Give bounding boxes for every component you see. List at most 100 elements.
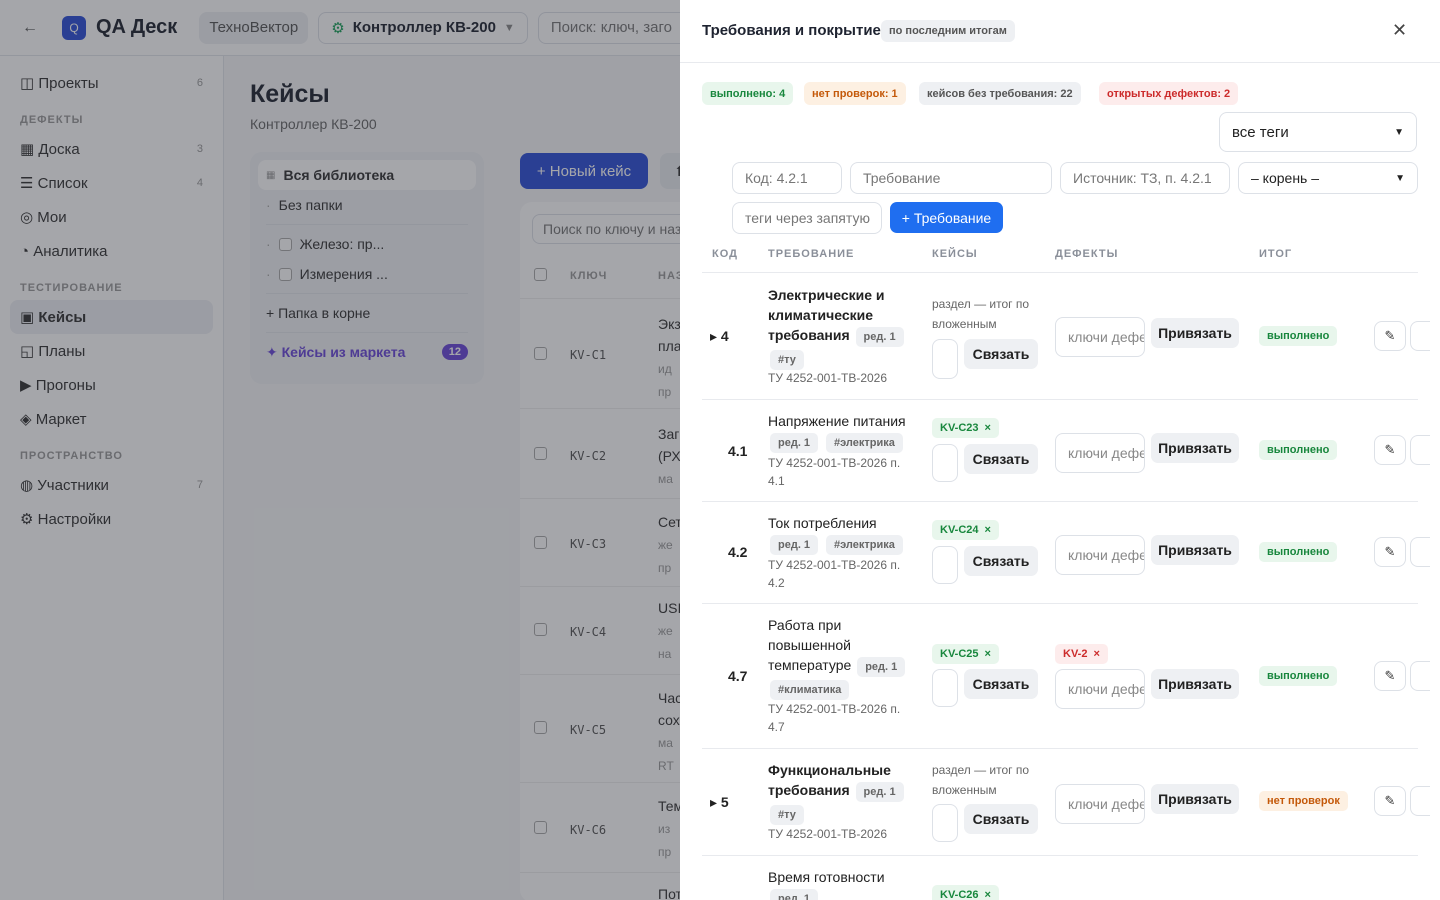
remove-icon[interactable]: × bbox=[985, 422, 991, 434]
status-badge: выполнено bbox=[1259, 542, 1338, 562]
modal-backdrop[interactable] bbox=[0, 0, 680, 900]
requirement-source: ТУ 4252-001-ТВ-2026 п. 4.1 bbox=[768, 456, 901, 488]
requirement-row: ▸ 5 Функциональные требования ред. 1 #ту… bbox=[702, 748, 1430, 855]
requirement-title-text: Работа при повышенной температуре bbox=[768, 617, 852, 673]
defect-key: KV-2 bbox=[1063, 648, 1088, 660]
tag-filter-select[interactable]: все теги ▼ bbox=[1219, 112, 1417, 152]
close-icon[interactable]: ✕ bbox=[1392, 20, 1407, 41]
case-picker[interactable] bbox=[932, 669, 958, 707]
link-case-button[interactable]: Связать bbox=[964, 444, 1038, 474]
revision-tag: ред. 1 bbox=[770, 889, 819, 900]
column-header-requirement: ТРЕБОВАНИЕ bbox=[768, 248, 855, 260]
bind-defect-button[interactable]: Привязать bbox=[1151, 784, 1239, 814]
linked-defect-chip: KV-2 × bbox=[1055, 644, 1108, 664]
summary-defects-chip: открытых дефектов: 2 bbox=[1099, 82, 1239, 105]
drawer-header: Требования и покрытие по последним итога… bbox=[680, 0, 1440, 63]
revision-tag: ред. 1 bbox=[770, 535, 819, 555]
requirement-code[interactable]: ▸ 5 bbox=[710, 794, 729, 811]
requirement-title: Функциональные требования ред. 1 #ту bbox=[768, 760, 914, 826]
case-picker[interactable] bbox=[932, 339, 958, 379]
requirement-source: ТУ 4252-001-ТВ-2026 bbox=[768, 827, 888, 841]
requirement-row: ▸ 4 Электрические и климатические требов… bbox=[702, 272, 1430, 399]
requirement-title: Напряжение питания ред. 1 #электрика bbox=[768, 411, 914, 454]
defect-keys-input[interactable]: ключи дефектов bbox=[1055, 784, 1145, 824]
more-button[interactable] bbox=[1410, 435, 1430, 465]
link-case-button[interactable]: Связать bbox=[964, 339, 1038, 369]
requirement-title: Ток потребления ред. 1 #электрика bbox=[768, 513, 914, 556]
linked-case-chip: KV-C26 × bbox=[932, 885, 999, 900]
case-picker[interactable] bbox=[932, 546, 958, 584]
drawer-title-tag: по последним итогам bbox=[881, 20, 1015, 42]
code-field[interactable]: Код: 4.2.1 bbox=[732, 162, 842, 194]
status-badge: нет проверок bbox=[1259, 791, 1348, 811]
parent-select[interactable]: – корень – ▼ bbox=[1238, 162, 1418, 194]
edit-icon[interactable]: ✎ bbox=[1374, 537, 1406, 567]
case-key: KV-C26 bbox=[940, 889, 979, 900]
case-picker[interactable] bbox=[932, 444, 958, 482]
requirements-drawer: Требования и покрытие по последним итога… bbox=[680, 0, 1440, 900]
add-requirement-button[interactable]: + Требование bbox=[890, 202, 1003, 233]
defect-keys-input[interactable]: ключи дефектов bbox=[1055, 317, 1145, 357]
requirement-field[interactable]: Требование bbox=[850, 162, 1052, 194]
linked-case-chip: KV-C24 × bbox=[932, 520, 999, 540]
source-field[interactable]: Источник: ТЗ, п. 4.2.1 bbox=[1060, 162, 1230, 194]
edit-icon[interactable]: ✎ bbox=[1374, 786, 1406, 816]
remove-icon[interactable]: × bbox=[985, 524, 991, 536]
bind-defect-button[interactable]: Привязать bbox=[1151, 669, 1239, 699]
case-picker[interactable] bbox=[932, 804, 958, 842]
column-header-cases: КЕЙСЫ bbox=[932, 248, 978, 260]
requirement-title-text: Напряжение питания bbox=[768, 413, 906, 429]
edit-icon[interactable]: ✎ bbox=[1374, 435, 1406, 465]
defect-keys-input[interactable]: ключи дефектов bbox=[1055, 433, 1145, 473]
revision-tag: ред. 1 bbox=[857, 657, 906, 677]
hashtag-tag: #электрика bbox=[825, 535, 903, 555]
linked-case-chip: KV-C25 × bbox=[932, 644, 999, 664]
link-case-button[interactable]: Связать bbox=[964, 669, 1038, 699]
chevron-down-icon: ▼ bbox=[1394, 126, 1404, 138]
more-button[interactable] bbox=[1410, 661, 1430, 691]
remove-icon[interactable]: × bbox=[985, 889, 991, 900]
revision-tag: ред. 1 bbox=[855, 327, 904, 347]
link-case-button[interactable]: Связать bbox=[964, 546, 1038, 576]
requirement-source: ТУ 4252-001-ТВ-2026 bbox=[768, 371, 888, 385]
remove-icon[interactable]: × bbox=[1093, 648, 1099, 660]
remove-icon[interactable]: × bbox=[985, 648, 991, 660]
edit-icon[interactable]: ✎ bbox=[1374, 321, 1406, 351]
drawer-title: Требования и покрытие bbox=[702, 22, 881, 39]
bind-defect-button[interactable]: Привязать bbox=[1151, 318, 1239, 348]
requirement-row: Время готовности ред. 1 KV-C26 × bbox=[702, 855, 1418, 900]
requirement-code[interactable]: 4.2 bbox=[728, 544, 747, 560]
requirement-code[interactable]: 4.1 bbox=[728, 443, 747, 459]
defect-keys-input[interactable]: ключи дефектов bbox=[1055, 669, 1145, 709]
hashtag-tag: #ту bbox=[770, 805, 804, 825]
more-button[interactable] bbox=[1410, 321, 1430, 351]
hashtag-tag: #ту bbox=[770, 350, 804, 370]
requirement-source: ТУ 4252-001-ТВ-2026 п. 4.2 bbox=[768, 558, 901, 590]
summary-nocase-chip: кейсов без требования: 22 bbox=[919, 82, 1081, 105]
requirement-row: 4.7 Работа при повышенной температуре ре… bbox=[702, 603, 1430, 748]
case-key: KV-C24 bbox=[940, 524, 979, 536]
requirement-title: Электрические и климатические требования… bbox=[768, 285, 914, 371]
requirement-row: 4.1 Напряжение питания ред. 1 #электрика … bbox=[702, 399, 1430, 501]
more-button[interactable] bbox=[1410, 786, 1430, 816]
linked-case-chip: KV-C23 × bbox=[932, 418, 999, 438]
requirement-title-text: Ток потребления bbox=[768, 515, 877, 531]
case-key: KV-C23 bbox=[940, 422, 979, 434]
defect-keys-input[interactable]: ключи дефектов bbox=[1055, 535, 1145, 575]
summary-nocheck-chip: нет проверок: 1 bbox=[804, 82, 906, 105]
edit-icon[interactable]: ✎ bbox=[1374, 661, 1406, 691]
bind-defect-button[interactable]: Привязать bbox=[1151, 433, 1239, 463]
status-badge: выполнено bbox=[1259, 326, 1338, 346]
status-badge: выполнено bbox=[1259, 666, 1338, 686]
section-note: раздел — итог по вложенным bbox=[932, 763, 1030, 797]
more-button[interactable] bbox=[1410, 537, 1430, 567]
column-header-defects: ДЕФЕКТЫ bbox=[1055, 248, 1119, 260]
summary-done-chip: выполнено: 4 bbox=[702, 82, 794, 105]
requirement-code[interactable]: 4.7 bbox=[728, 668, 747, 684]
column-header-code: КОД bbox=[712, 248, 738, 260]
link-case-button[interactable]: Связать bbox=[964, 804, 1038, 834]
bind-defect-button[interactable]: Привязать bbox=[1151, 535, 1239, 565]
requirement-code[interactable]: ▸ 4 bbox=[710, 328, 729, 345]
requirement-row: 4.2 Ток потребления ред. 1 #электрика ТУ … bbox=[702, 501, 1430, 603]
tags-field[interactable]: теги через запятую bbox=[732, 202, 882, 234]
